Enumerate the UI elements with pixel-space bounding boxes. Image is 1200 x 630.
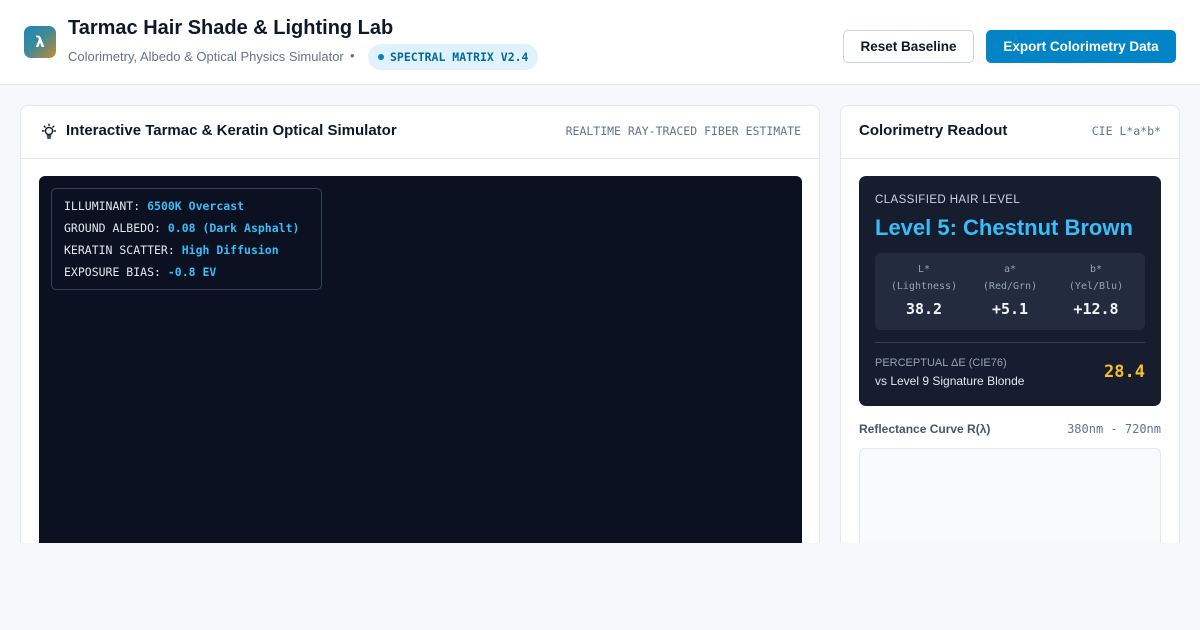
ground-albedo-value: 0.08 (Dark Asphalt) <box>167 221 300 235</box>
version-badge: SPECTRAL MATRIX V2.4 <box>368 44 539 70</box>
classified-level-card: CLASSIFIED HAIR LEVEL Level 5: Chestnut … <box>859 176 1161 406</box>
colorimetry-panel-header: Colorimetry Readout CIE L*a*b* <box>841 106 1179 159</box>
illuminant-value: 6500K Overcast <box>147 199 245 213</box>
lab-a-value: +5.1 <box>991 300 1029 318</box>
lab-a-column: a* (Red/Grn) +5.1 <box>965 263 1055 318</box>
overlay-row-keratin-scatter: KERATIN SCATTER: High Diffusion <box>64 243 279 257</box>
simulation-parameters-overlay: ILLUMINANT: 6500K Overcast GROUND ALBEDO… <box>51 188 322 290</box>
reset-baseline-button[interactable]: Reset Baseline <box>843 30 974 63</box>
colorimetry-title: Colorimetry Readout <box>859 122 1008 139</box>
lab-l-column: L* (Lightness) 38.2 <box>879 263 969 318</box>
reflectance-curve-range: 380nm - 720nm <box>1067 422 1161 436</box>
simulator-viewport[interactable]: ILLUMINANT: 6500K Overcast GROUND ALBEDO… <box>39 176 802 564</box>
simulator-panel-header: Interactive Tarmac & Keratin Optical Sim… <box>21 106 819 159</box>
lab-b-column: b* (Yel/Blu) +12.8 <box>1051 263 1141 318</box>
card-divider <box>875 342 1145 343</box>
export-colorimetry-button[interactable]: Export Colorimetry Data <box>986 30 1176 63</box>
lambda-logo-icon: λ <box>24 26 56 58</box>
status-dot-icon <box>378 53 384 60</box>
reflectance-curve-label: Reflectance Curve R(λ) <box>859 422 991 436</box>
overlay-row-exposure-bias: EXPOSURE BIAS: -0.8 EV <box>64 265 217 279</box>
delta-e-value: 28.4 <box>1104 362 1145 382</box>
exposure-bias-value: -0.8 EV <box>167 265 217 279</box>
subtitle-separator: • <box>350 48 355 63</box>
lab-values-box: L* (Lightness) 38.2 a* (Red/Grn) +5.1 b*… <box>875 253 1145 330</box>
app-header: λ Tarmac Hair Shade & Lighting Lab Color… <box>0 0 1200 85</box>
overlay-row-illuminant: ILLUMINANT: 6500K Overcast <box>64 199 245 213</box>
colorimetry-panel: Colorimetry Readout CIE L*a*b* CLASSIFIE… <box>840 105 1180 565</box>
simulator-title: Interactive Tarmac & Keratin Optical Sim… <box>66 122 397 139</box>
delta-e-label: PERCEPTUAL ΔE (CIE76) <box>875 357 1007 369</box>
simulator-panel: Interactive Tarmac & Keratin Optical Sim… <box>20 105 820 565</box>
classified-label: CLASSIFIED HAIR LEVEL <box>875 194 1021 206</box>
app-subtitle: Colorimetry, Albedo & Optical Physics Si… <box>68 49 344 64</box>
hair-level-value: Level 5: Chestnut Brown <box>875 215 1133 240</box>
lab-l-value: 38.2 <box>905 300 943 318</box>
colorimetry-meta: CIE L*a*b* <box>1091 124 1161 138</box>
app-title: Tarmac Hair Shade & Lighting Lab <box>68 17 394 39</box>
overlay-row-ground-albedo: GROUND ALBEDO: 0.08 (Dark Asphalt) <box>64 221 300 235</box>
simulator-meta: REALTIME RAY-TRACED FIBER ESTIMATE <box>565 124 801 138</box>
keratin-scatter-value: High Diffusion <box>181 243 279 257</box>
lab-b-value: +12.8 <box>1073 300 1119 318</box>
page-background <box>0 543 1200 630</box>
lightbulb-icon <box>41 123 57 139</box>
delta-e-reference: vs Level 9 Signature Blonde <box>875 374 1025 388</box>
version-badge-label: SPECTRAL MATRIX V2.4 <box>390 50 529 64</box>
